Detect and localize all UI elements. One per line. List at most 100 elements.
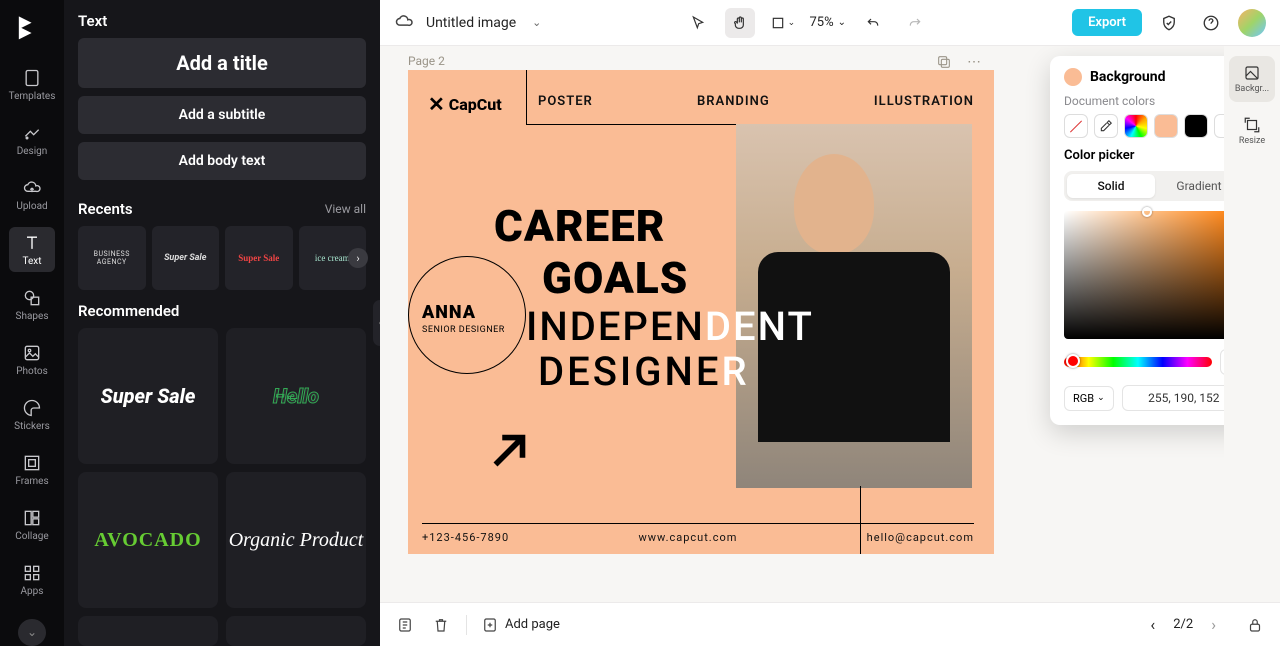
app-logo[interactable] bbox=[15, 10, 49, 44]
rrail-resize[interactable]: Resize bbox=[1229, 108, 1275, 154]
subheading-1[interactable]: INDEPENDENT bbox=[526, 303, 814, 350]
footer-phone[interactable]: +123-456-7890 bbox=[422, 531, 509, 544]
recents-row: BUSINESS AGENCY Super Sale Super Sale ic… bbox=[78, 226, 366, 290]
text-panel: Text Add a title Add a subtitle Add body… bbox=[64, 0, 380, 646]
zoom-control[interactable]: 75%⌄ bbox=[809, 15, 846, 30]
help-icon[interactable] bbox=[1196, 8, 1226, 38]
divider bbox=[526, 70, 527, 124]
recommended-card[interactable]: Hello bbox=[226, 328, 366, 464]
rail-label: Upload bbox=[16, 201, 47, 212]
redo-button[interactable] bbox=[900, 8, 930, 38]
recents-view-all[interactable]: View all bbox=[325, 202, 366, 216]
delete-icon[interactable] bbox=[430, 614, 452, 636]
notes-icon[interactable] bbox=[394, 614, 416, 636]
rail-label: Design bbox=[17, 146, 48, 157]
arrow-icon[interactable] bbox=[482, 424, 536, 478]
rail-label: Text bbox=[22, 256, 41, 267]
headline[interactable]: CAREER GOALS bbox=[494, 200, 688, 304]
headline-line: GOALS bbox=[542, 252, 688, 304]
canvas-nav: POSTER BRANDING ILLUSTRATION bbox=[538, 94, 974, 109]
canvas-capcut-logo[interactable]: ✕CapCut bbox=[428, 92, 502, 116]
current-bg-swatch bbox=[1064, 68, 1082, 86]
add-subtitle-button[interactable]: Add a subtitle bbox=[78, 96, 366, 134]
hand-tool[interactable] bbox=[725, 8, 755, 38]
eyedropper-swatch[interactable] bbox=[1094, 114, 1118, 138]
rail-design[interactable]: Design bbox=[9, 117, 55, 162]
headline-line: CAREER bbox=[494, 200, 688, 252]
rrail-label: Backgr... bbox=[1235, 84, 1269, 94]
undo-button[interactable] bbox=[858, 8, 888, 38]
rail-label: Stickers bbox=[14, 421, 50, 432]
recommended-card[interactable]: AVOCADO bbox=[78, 472, 218, 608]
rail-frames[interactable]: Frames bbox=[9, 447, 55, 492]
tab-solid[interactable]: Solid bbox=[1067, 174, 1155, 198]
canvas-wrap[interactable]: Page 2 ⋯ ✕CapCut POSTER BRANDING ILLUSTR… bbox=[380, 46, 1280, 602]
subheading-2[interactable]: DESIGNER bbox=[538, 348, 750, 395]
rail-more[interactable]: ⌄ bbox=[18, 619, 46, 646]
shield-icon[interactable] bbox=[1154, 8, 1184, 38]
add-page-button[interactable]: Add page bbox=[481, 616, 560, 634]
artboard[interactable]: ✕CapCut POSTER BRANDING ILLUSTRATION ANN… bbox=[408, 70, 994, 554]
page-more-icon[interactable]: ⋯ bbox=[964, 52, 984, 72]
rail-label: Apps bbox=[21, 586, 44, 597]
recent-thumb[interactable]: Super Sale bbox=[225, 226, 293, 290]
prev-page-button[interactable]: ‹ bbox=[1146, 615, 1159, 634]
rail-apps[interactable]: Apps bbox=[9, 558, 55, 603]
recent-thumb[interactable]: BUSINESS AGENCY bbox=[78, 226, 146, 290]
cloud-icon[interactable] bbox=[394, 11, 414, 35]
panel-title: Text bbox=[78, 12, 366, 30]
rail-label: Shapes bbox=[16, 311, 49, 322]
next-page-button[interactable]: › bbox=[1207, 615, 1220, 634]
page-actions: ⋯ bbox=[934, 52, 984, 72]
sv-handle[interactable] bbox=[1142, 207, 1152, 217]
rail-text[interactable]: Text bbox=[9, 227, 55, 272]
divider bbox=[422, 523, 974, 524]
recent-thumb[interactable]: Super Sale bbox=[152, 226, 220, 290]
nav-item[interactable]: ILLUSTRATION bbox=[874, 94, 974, 109]
footer-email[interactable]: hello@capcut.com bbox=[867, 531, 974, 544]
rail-stickers[interactable]: Stickers bbox=[9, 392, 55, 437]
nav-item[interactable]: POSTER bbox=[538, 94, 593, 109]
rrail-background[interactable]: Backgr... bbox=[1229, 56, 1275, 102]
lock-icon[interactable] bbox=[1244, 614, 1266, 636]
saturation-value-area[interactable] bbox=[1064, 211, 1246, 339]
rail-templates[interactable]: Templates bbox=[9, 62, 55, 107]
hue-slider[interactable] bbox=[1064, 357, 1212, 367]
rail-collage[interactable]: Collage bbox=[9, 503, 55, 548]
page-indicator: 2/2 bbox=[1173, 617, 1193, 632]
color-mode-select[interactable]: RGB⌄ bbox=[1064, 386, 1114, 411]
logo-text: CapCut bbox=[449, 95, 502, 114]
footer-url[interactable]: www.capcut.com bbox=[638, 531, 737, 544]
picker-title: Color picker bbox=[1064, 148, 1246, 163]
duplicate-page-icon[interactable] bbox=[934, 52, 954, 72]
crop-tool[interactable]: ⌄ bbox=[767, 8, 797, 38]
rail-label: Collage bbox=[15, 531, 48, 542]
recommended-card[interactable] bbox=[78, 616, 218, 646]
add-title-button[interactable]: Add a title bbox=[78, 38, 366, 88]
color-swatch-black[interactable] bbox=[1184, 114, 1208, 138]
author-block[interactable]: ANNA SENIOR DESIGNER bbox=[422, 302, 505, 335]
color-swatch-peach[interactable] bbox=[1154, 114, 1178, 138]
rail-upload[interactable]: Upload bbox=[9, 172, 55, 217]
add-body-button[interactable]: Add body text bbox=[78, 142, 366, 180]
page-label: Page 2 bbox=[408, 54, 445, 68]
panel-collapse-handle[interactable]: ‹ bbox=[373, 300, 380, 346]
topbar: Untitled image ⌄ ⌄ 75%⌄ Export bbox=[380, 0, 1280, 46]
recommended-card[interactable]: Organic Product bbox=[226, 472, 366, 608]
rail-photos[interactable]: Photos bbox=[9, 337, 55, 382]
recommended-card[interactable] bbox=[226, 616, 366, 646]
fill-type-segment: Solid Gradient bbox=[1064, 171, 1246, 201]
recommended-card[interactable]: Super Sale bbox=[78, 328, 218, 464]
rainbow-swatch[interactable] bbox=[1124, 114, 1148, 138]
rail-shapes[interactable]: Shapes bbox=[9, 282, 55, 327]
document-title[interactable]: Untitled image bbox=[426, 15, 516, 31]
export-button[interactable]: Export bbox=[1072, 9, 1142, 36]
hue-handle[interactable] bbox=[1066, 354, 1080, 368]
no-color-swatch[interactable] bbox=[1064, 114, 1088, 138]
recents-next[interactable]: › bbox=[348, 248, 368, 268]
left-rail: Templates Design Upload Text Shapes Phot… bbox=[0, 0, 64, 646]
user-avatar[interactable] bbox=[1238, 9, 1266, 37]
title-dropdown-icon[interactable]: ⌄ bbox=[532, 16, 541, 29]
cursor-tool[interactable] bbox=[683, 8, 713, 38]
nav-item[interactable]: BRANDING bbox=[697, 94, 770, 109]
